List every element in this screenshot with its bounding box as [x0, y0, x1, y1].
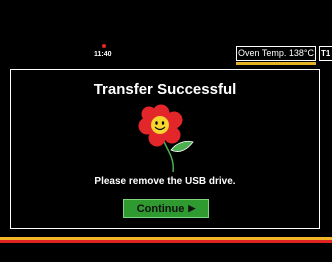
- indicator-dot: [102, 44, 106, 48]
- play-arrow-icon: ▶: [188, 203, 196, 213]
- mode-badge: T1: [319, 46, 332, 61]
- accent-stripe-red: [0, 240, 332, 243]
- dialog-title: Transfer Successful: [93, 81, 237, 98]
- oven-temp-display: Oven Temp. 138°C: [236, 46, 316, 61]
- continue-button[interactable]: Continue ▶: [123, 199, 209, 218]
- transfer-dialog: Transfer Successful Please remove the US…: [10, 69, 320, 229]
- continue-label: Continue: [136, 202, 185, 215]
- clock: 11:40: [94, 51, 112, 58]
- flower-icon: [138, 104, 194, 173]
- temp-underline: [236, 62, 316, 65]
- dialog-message: Please remove the USB drive.: [94, 176, 236, 187]
- display-screen: 11:40 Oven Temp. 138°C T1 Transfer Succe…: [0, 0, 332, 262]
